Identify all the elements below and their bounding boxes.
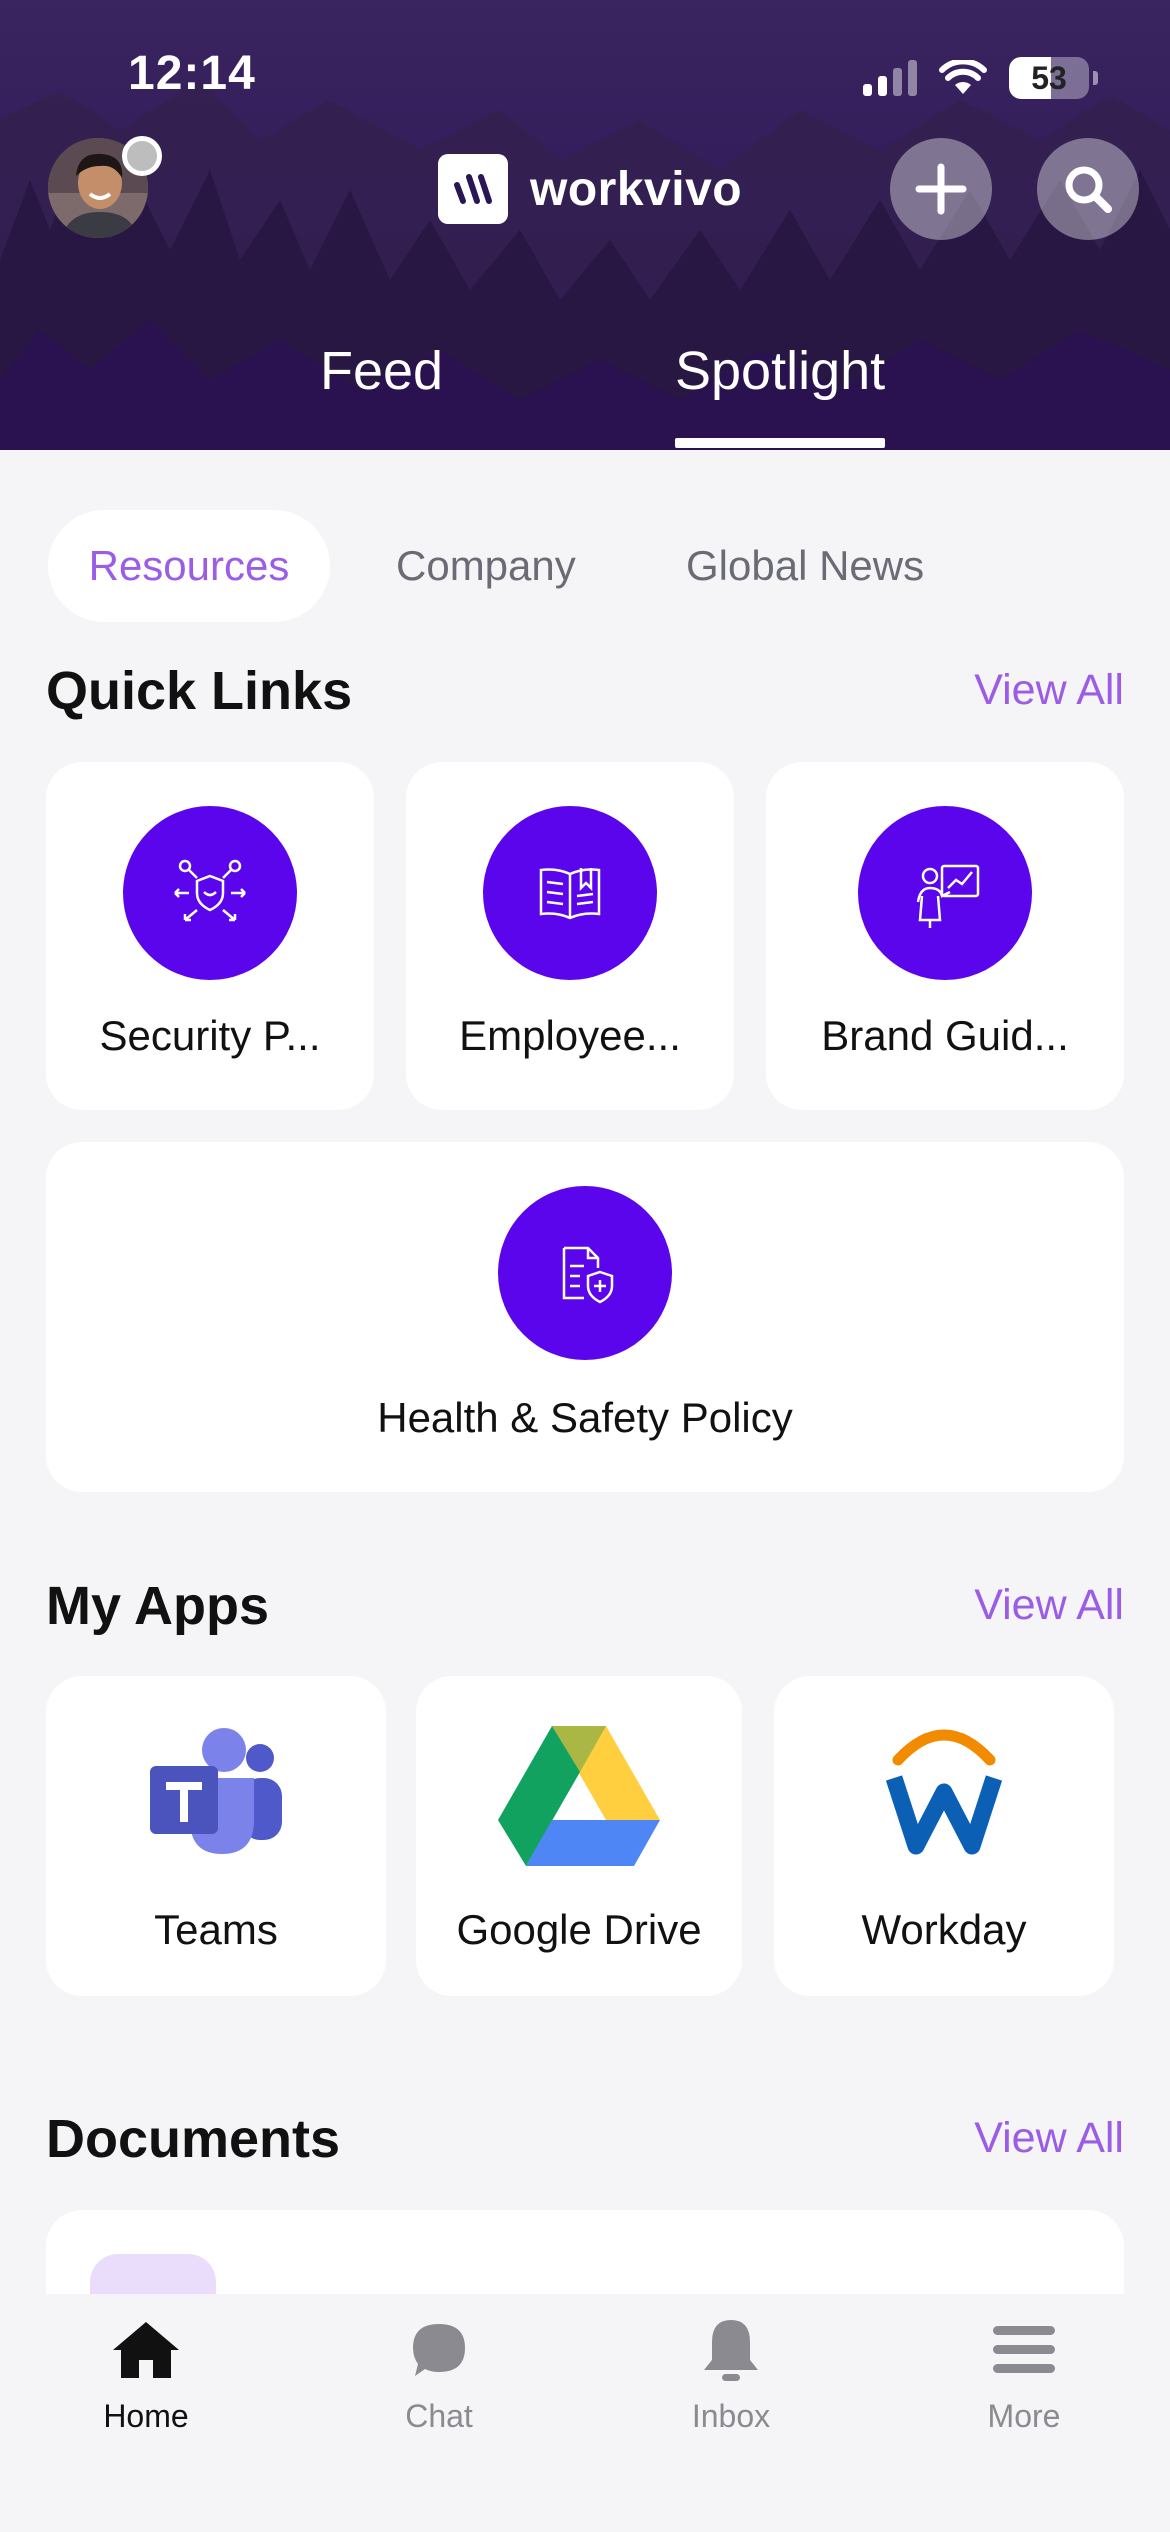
presence-status-dot: [122, 136, 162, 176]
app-label: Google Drive: [456, 1906, 702, 1953]
nav-item-inbox[interactable]: Inbox: [631, 2314, 831, 2435]
app-label: Workday: [861, 1906, 1027, 1953]
quick-link-label: Brand Guid...: [821, 1012, 1069, 1059]
subtab-company[interactable]: Company: [396, 510, 576, 622]
google-drive-icon: [494, 1716, 664, 1866]
tab-feed[interactable]: Feed: [320, 340, 443, 402]
app-label: Teams: [154, 1906, 278, 1953]
nav-label: Chat: [405, 2398, 473, 2434]
nav-label: Inbox: [691, 2398, 771, 2434]
brand-logo-group: workvivo: [438, 154, 742, 224]
document-shield-icon: [498, 1186, 672, 1360]
workday-icon: [886, 1716, 1002, 1866]
plus-icon: [915, 163, 967, 215]
home-icon: [110, 2314, 182, 2386]
app-card-workday[interactable]: Workday: [774, 1676, 1114, 1996]
documents-view-all-link[interactable]: View All: [974, 2114, 1124, 2163]
quick-link-label: Employee...: [459, 1012, 681, 1059]
nav-label: More: [987, 2398, 1061, 2434]
documents-title: Documents: [46, 2109, 341, 2169]
battery-cap: [1093, 71, 1098, 85]
subtab-resources[interactable]: Resources: [48, 510, 330, 622]
nav-label: Home: [103, 2398, 189, 2434]
app-card-teams[interactable]: Teams: [46, 1676, 386, 1996]
app-card-google-drive[interactable]: Google Drive: [416, 1676, 742, 1996]
battery-indicator: 53: [1009, 57, 1089, 99]
nav-item-more[interactable]: More: [924, 2314, 1124, 2435]
security-network-icon: [123, 806, 297, 980]
open-book-icon: [483, 806, 657, 980]
add-button[interactable]: [890, 138, 992, 240]
search-icon: [1065, 166, 1112, 213]
bell-icon: [695, 2314, 767, 2386]
quick-link-card-health-safety[interactable]: Health & Safety Policy: [46, 1142, 1124, 1492]
app-header: 12:14 53 workvivo Feed Spotlight: [0, 0, 1170, 450]
bottom-nav: Home Chat Inbox More: [0, 2294, 1170, 2532]
quick-links-title: Quick Links: [46, 661, 353, 721]
nav-item-home[interactable]: Home: [46, 2314, 246, 2435]
hamburger-menu-icon: [988, 2314, 1060, 2386]
cellular-signal-icon: [863, 60, 917, 96]
quick-link-card-brand[interactable]: Brand Guid...: [766, 762, 1124, 1110]
my-apps-view-all-link[interactable]: View All: [974, 1581, 1124, 1630]
teams-icon: [142, 1716, 292, 1866]
quick-link-label: Health & Safety Policy: [377, 1394, 793, 1441]
battery-level: 53: [1031, 59, 1067, 96]
search-button[interactable]: [1037, 138, 1139, 240]
wifi-icon: [939, 60, 987, 94]
quick-links-view-all-link[interactable]: View All: [974, 666, 1124, 715]
quick-link-card-security[interactable]: Security P...: [46, 762, 374, 1110]
status-time: 12:14: [128, 47, 256, 100]
presentation-icon: [858, 806, 1032, 980]
subtab-global-news[interactable]: Global News: [686, 510, 924, 622]
brand-name: workvivo: [530, 162, 743, 216]
status-indicators: 53: [863, 56, 1098, 100]
workvivo-logo-icon: [438, 154, 508, 224]
my-apps-title: My Apps: [46, 1576, 270, 1636]
chat-bubble-icon: [403, 2314, 475, 2386]
quick-link-card-employee[interactable]: Employee...: [406, 762, 734, 1110]
tab-spotlight[interactable]: Spotlight: [675, 340, 886, 448]
quick-link-label: Security P...: [99, 1012, 321, 1059]
nav-item-chat[interactable]: Chat: [339, 2314, 539, 2435]
